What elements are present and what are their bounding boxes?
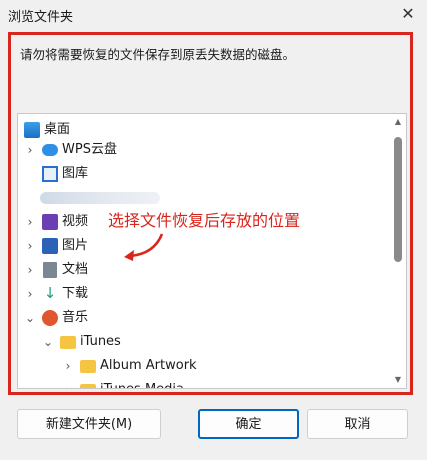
folder-icon	[80, 384, 96, 388]
chevron-right-icon[interactable]: ›	[62, 354, 74, 378]
folder-icon	[60, 336, 76, 349]
chevron-right-icon[interactable]: ›	[24, 282, 36, 306]
window-title: 浏览文件夹	[8, 10, 74, 25]
chevron-right-icon[interactable]: ›	[62, 378, 74, 388]
annotation-arrow-icon	[124, 233, 164, 261]
chevron-right-icon[interactable]: ›	[24, 138, 36, 162]
tree-item-gallery[interactable]: 图库	[18, 162, 388, 186]
scroll-down-icon[interactable]: ▼	[391, 373, 405, 387]
tree-item-itunes[interactable]: ⌄ iTunes	[18, 330, 388, 354]
annotation-text: 选择文件恢复后存放的位置	[108, 211, 301, 230]
tree-item-label: 下载	[62, 286, 89, 301]
folder-tree[interactable]: 桌面 › WPS云盘 图库 › 视频 › 图片 › 文档 › ↓ 下载 ⌄ 音乐…	[17, 113, 407, 389]
documents-icon	[43, 262, 57, 278]
title-bar: 浏览文件夹 ✕	[0, 0, 427, 30]
gallery-icon	[42, 166, 58, 182]
chevron-right-icon[interactable]: ›	[24, 210, 36, 234]
chevron-right-icon[interactable]: ›	[24, 258, 36, 282]
music-icon	[42, 310, 58, 326]
ok-button[interactable]: 确定	[198, 409, 299, 439]
tree-item-label: 音乐	[62, 310, 89, 325]
tree-item-downloads[interactable]: › ↓ 下载	[18, 282, 388, 306]
new-folder-button[interactable]: 新建文件夹(M)	[17, 409, 161, 439]
cancel-button[interactable]: 取消	[307, 409, 408, 439]
tree-item-album-artwork[interactable]: › Album Artwork	[18, 354, 388, 378]
close-icon[interactable]: ✕	[397, 3, 419, 25]
video-icon	[42, 214, 58, 230]
cloud-icon	[42, 144, 58, 156]
desktop-icon	[24, 122, 40, 138]
chevron-right-icon[interactable]: ›	[24, 234, 36, 258]
tree-item-music[interactable]: ⌄ 音乐	[18, 306, 388, 330]
chevron-down-icon[interactable]: ⌄	[24, 306, 36, 330]
tree-item-itunes-media[interactable]: › iTunes Media	[18, 378, 388, 388]
tree-item-label: iTunes	[80, 334, 121, 349]
scroll-up-icon[interactable]: ▲	[391, 115, 405, 129]
pictures-icon	[42, 238, 58, 254]
folder-icon	[80, 360, 96, 373]
tree-item-label: WPS云盘	[62, 142, 117, 157]
tree-item-label: 图片	[62, 238, 89, 253]
vertical-scrollbar[interactable]: ▲ ▼	[391, 115, 405, 387]
tree-item-label: Album Artwork	[100, 358, 197, 373]
tree-item-label: iTunes Media	[100, 378, 184, 388]
user-icon	[40, 192, 160, 204]
tree-item-label: 视频	[62, 214, 89, 229]
tree-item-label: 文档	[62, 262, 89, 277]
scrollbar-thumb[interactable]	[394, 137, 402, 262]
tree-item-pictures[interactable]: › 图片	[18, 234, 388, 258]
instruction-text: 请勿将需要恢复的文件保存到原丢失数据的磁盘。	[20, 47, 296, 62]
tree-item-wps-cloud[interactable]: › WPS云盘	[18, 138, 388, 162]
download-icon: ↓	[43, 284, 57, 302]
tree-item-documents[interactable]: › 文档	[18, 258, 388, 282]
chevron-down-icon[interactable]: ⌄	[42, 330, 54, 354]
tree-item-label: 图库	[62, 166, 89, 181]
